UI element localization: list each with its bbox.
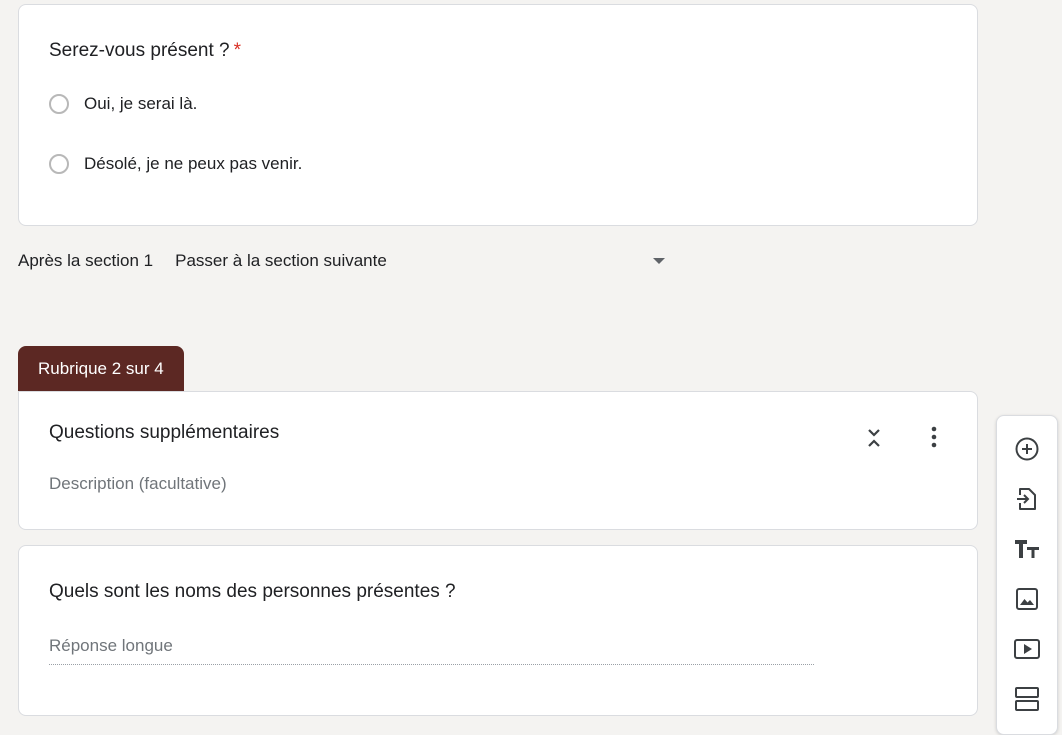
radio-button[interactable] — [49, 94, 69, 114]
add-section-icon — [1015, 687, 1039, 711]
question-title-text: Serez-vous présent ? — [49, 40, 230, 61]
question-title: Serez-vous présent ? * — [49, 40, 241, 62]
after-section-selected-value: Passer à la section suivante — [175, 251, 387, 270]
collapse-section-button[interactable] — [858, 422, 890, 454]
section-tab: Rubrique 2 sur 4 — [18, 346, 184, 391]
import-questions-icon — [1017, 488, 1036, 510]
required-asterisk: * — [233, 40, 241, 61]
question-card-attendance[interactable]: Serez-vous présent ? * Oui, je serai là. … — [18, 4, 978, 226]
add-title-icon — [1015, 540, 1039, 558]
after-section-dropdown[interactable]: Passer à la section suivante — [175, 251, 667, 271]
more-options-button[interactable] — [918, 421, 950, 453]
section-tab-label: Rubrique 2 sur 4 — [38, 358, 164, 378]
section-title[interactable]: Questions supplémentaires — [49, 422, 279, 444]
radio-button[interactable] — [49, 154, 69, 174]
after-section-label: Après la section 1 — [18, 251, 154, 270]
after-section-row: Après la section 1 Passer à la section s… — [18, 251, 667, 271]
option-no[interactable]: Désolé, je ne peux pas venir. — [49, 154, 302, 174]
floating-toolbar — [996, 415, 1058, 735]
question-card-names[interactable]: Quels sont les noms des personnes présen… — [18, 545, 978, 716]
option-label: Désolé, je ne peux pas venir. — [84, 154, 303, 173]
add-video-icon — [1014, 639, 1040, 659]
add-title-button[interactable] — [1012, 534, 1042, 564]
section-header-card[interactable]: Questions supplémentaires Description (f… — [18, 391, 978, 530]
add-image-button[interactable] — [1012, 584, 1042, 614]
add-question-icon — [1015, 437, 1039, 461]
option-yes[interactable]: Oui, je serai là. — [49, 94, 197, 114]
question-title: Quels sont les noms des personnes présen… — [49, 581, 456, 602]
option-label: Oui, je serai là. — [84, 94, 198, 113]
add-question-button[interactable] — [1012, 434, 1042, 464]
import-questions-button[interactable] — [1012, 484, 1042, 514]
add-video-button[interactable] — [1012, 634, 1042, 664]
add-image-icon — [1016, 588, 1038, 610]
more-vert-icon — [931, 426, 937, 448]
long-answer-field[interactable]: Réponse longue — [49, 636, 814, 665]
section-description-field[interactable]: Description (facultative) — [49, 474, 227, 494]
add-section-button[interactable] — [1012, 684, 1042, 714]
collapse-icon — [868, 429, 880, 447]
dropdown-arrow-icon — [653, 258, 666, 264]
